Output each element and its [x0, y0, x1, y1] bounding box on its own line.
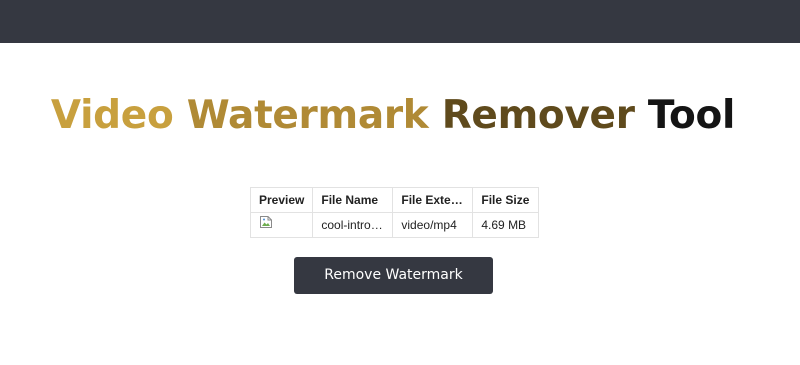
- table-row: cool-intro.mp4 video/mp4 4.69 MB: [249, 212, 540, 238]
- table-header-row: Preview File Name File Extension File Si…: [249, 187, 540, 213]
- title-segment: Video: [50, 93, 187, 138]
- broken-image-icon: [259, 215, 273, 229]
- column-header-file-extension: File Extension: [392, 187, 474, 213]
- column-header-file-name: File Name: [312, 187, 394, 213]
- column-header-file-size: File Size: [472, 187, 540, 213]
- title-segment: Watermark: [186, 93, 442, 138]
- column-header-preview: Preview: [249, 187, 314, 213]
- top-nav-bar: [0, 0, 800, 43]
- file-name-cell: cool-intro.mp4: [312, 212, 394, 238]
- title-segment: Remover: [441, 93, 648, 138]
- page-title: Video Watermark Remover Tool: [0, 88, 786, 144]
- file-size-cell: 4.69 MB: [472, 212, 540, 238]
- file-table: Preview File Name File Extension File Si…: [249, 187, 540, 238]
- file-extension-cell: video/mp4: [392, 212, 474, 238]
- preview-cell: [249, 212, 314, 238]
- title-segment: Tool: [647, 93, 736, 138]
- remove-watermark-button[interactable]: Remove Watermark: [294, 257, 493, 294]
